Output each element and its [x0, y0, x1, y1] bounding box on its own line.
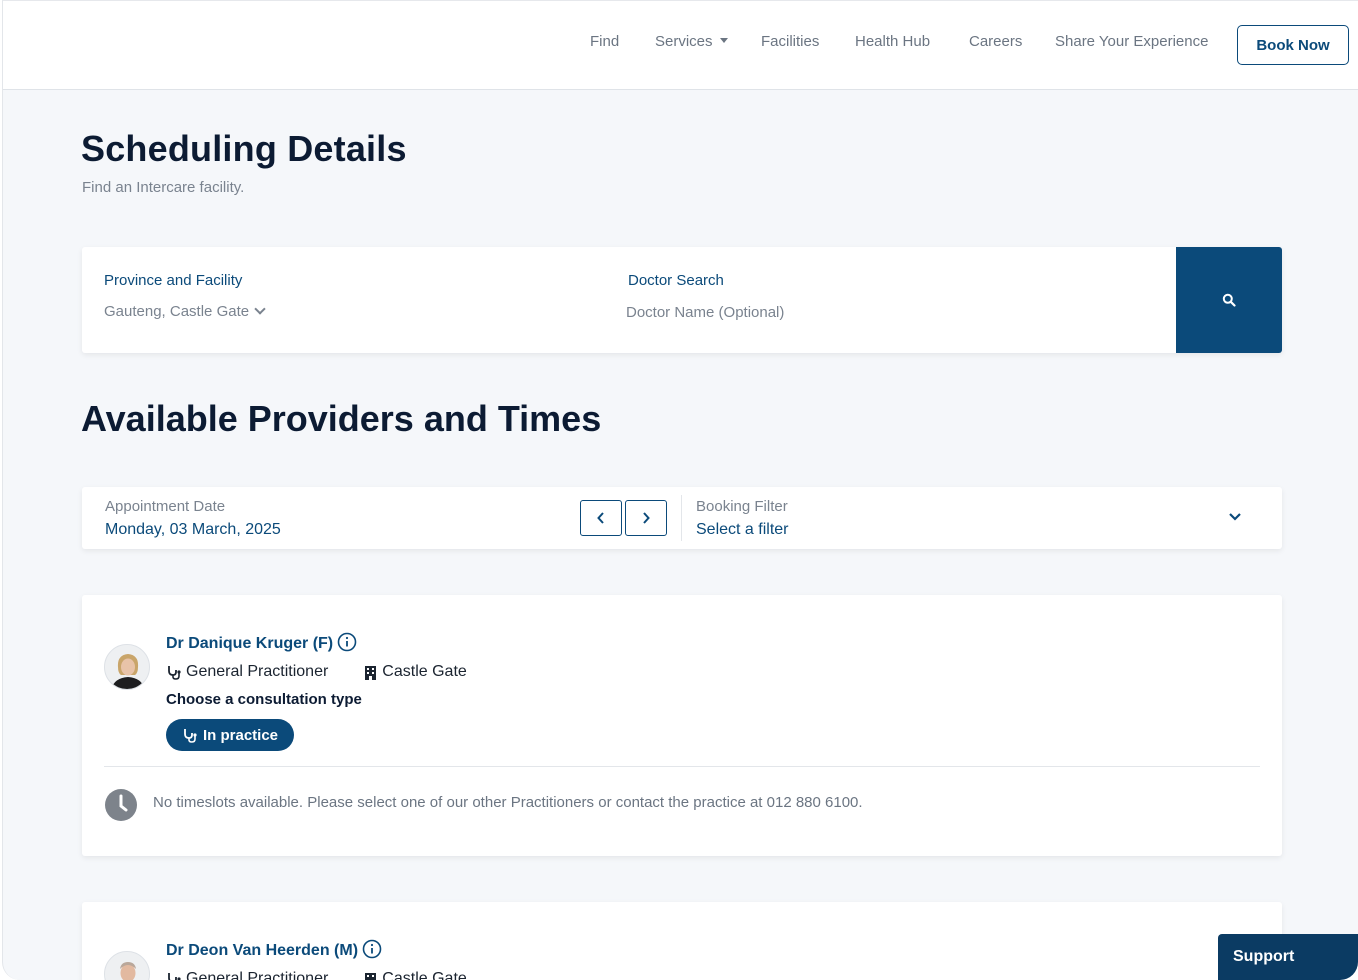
page-title: Scheduling Details: [81, 128, 407, 169]
nav-facilities[interactable]: Facilities: [761, 33, 819, 50]
provider-name-link[interactable]: Dr Deon Van Heerden (M): [166, 939, 382, 961]
top-nav: Find Services Facilities Health Hub Care…: [3, 0, 1358, 90]
booking-filter-select[interactable]: Select a filter: [696, 521, 788, 539]
nav-share-experience[interactable]: Share Your Experience: [1055, 33, 1208, 50]
avatar: [104, 644, 150, 690]
provider-specialty: General Practitioner: [186, 970, 329, 980]
clock-icon: [105, 789, 137, 821]
provider-card: Dr Danique Kruger (F) General Practition…: [82, 595, 1282, 856]
book-now-button[interactable]: Book Now: [1237, 25, 1349, 65]
filter-chevron-down-icon[interactable]: [1228, 511, 1242, 523]
chevron-down-icon: [254, 303, 266, 315]
caret-down-icon: [719, 37, 728, 43]
provider-name: Dr Danique Kruger (F): [166, 635, 334, 653]
info-icon[interactable]: [362, 939, 382, 959]
stethoscope-icon: [184, 729, 197, 743]
provider-card: Dr Deon Van Heerden (M) General Practiti…: [82, 902, 1282, 980]
nav-services-label: Services: [655, 33, 713, 50]
building-icon: [365, 665, 377, 680]
support-button[interactable]: Support: [1218, 934, 1358, 980]
nav-find[interactable]: Find: [590, 33, 619, 50]
provider-meta: General Practitioner Castle Gate: [166, 970, 467, 980]
provider-name-link[interactable]: Dr Danique Kruger (F): [166, 632, 357, 654]
provider-meta: General Practitioner Castle Gate: [166, 663, 467, 681]
next-date-button[interactable]: [625, 500, 667, 536]
prev-date-button[interactable]: [580, 500, 622, 536]
info-icon[interactable]: [337, 632, 357, 652]
provider-name: Dr Deon Van Heerden (M): [166, 942, 359, 960]
card-divider: [104, 766, 1260, 767]
in-practice-button[interactable]: In practice: [166, 719, 295, 751]
stethoscope-icon: [168, 666, 181, 680]
filter-divider: [681, 495, 682, 541]
providers-section-title: Available Providers and Times: [81, 398, 602, 439]
province-label: Province and Facility: [104, 272, 243, 289]
nav-health-hub[interactable]: Health Hub: [855, 33, 930, 50]
consult-type-label: In practice: [203, 726, 279, 744]
building-icon: [365, 972, 377, 980]
consultation-type-heading: Choose a consultation type: [166, 691, 362, 708]
provider-facility: Castle Gate: [382, 970, 467, 980]
stethoscope-icon: [168, 973, 181, 980]
search-card: Province and Facility Gauteng, Castle Ga…: [82, 247, 1282, 353]
province-select[interactable]: Gauteng, Castle Gate: [104, 303, 266, 320]
nav-careers[interactable]: Careers: [969, 33, 1022, 50]
avatar: [104, 951, 150, 980]
doctor-search-input[interactable]: Doctor Name (Optional): [626, 304, 784, 321]
nav-services[interactable]: Services: [655, 33, 728, 50]
date-filter-card: Appointment Date Monday, 03 March, 2025 …: [82, 487, 1282, 549]
no-timeslots-notice: No timeslots available. Please select on…: [153, 794, 863, 811]
doctor-search-label: Doctor Search: [628, 272, 724, 289]
search-button[interactable]: [1176, 247, 1282, 353]
chevron-right-icon: [643, 512, 650, 524]
page-frame: Find Services Facilities Health Hub Care…: [2, 0, 1358, 980]
province-value: Gauteng, Castle Gate: [104, 303, 250, 320]
booking-filter-label: Booking Filter: [696, 498, 788, 515]
appointment-date-label: Appointment Date: [105, 498, 226, 515]
chevron-left-icon: [597, 512, 604, 524]
appointment-date-value[interactable]: Monday, 03 March, 2025: [105, 521, 281, 539]
provider-specialty: General Practitioner: [186, 663, 329, 680]
provider-facility: Castle Gate: [382, 663, 467, 680]
search-icon: [1222, 293, 1236, 307]
page-subtitle: Find an Intercare facility.: [82, 179, 245, 196]
